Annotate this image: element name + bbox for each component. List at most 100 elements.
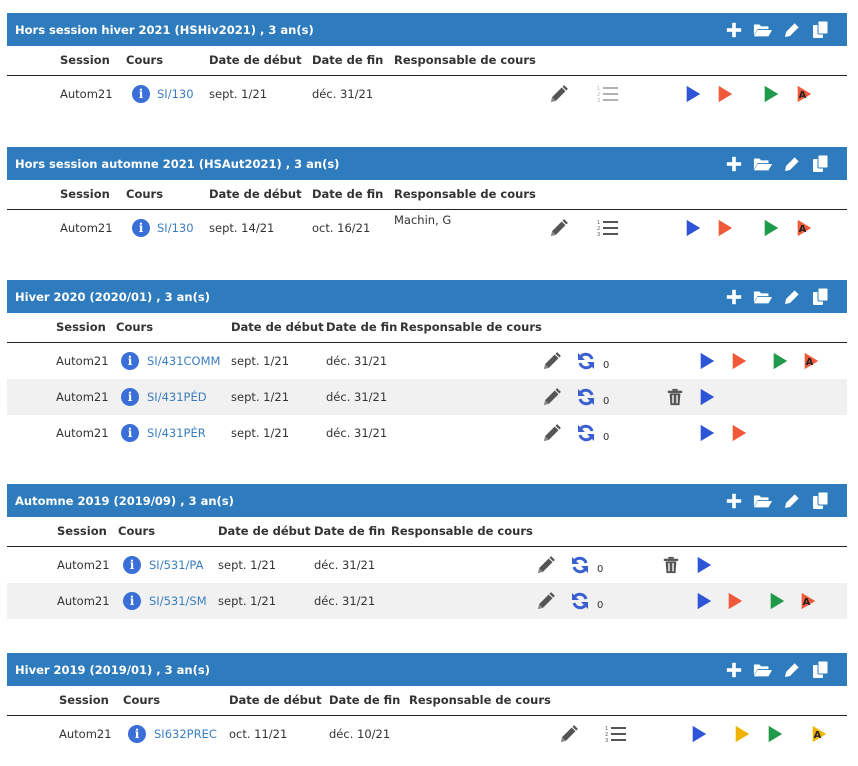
sync-icon[interactable] [569, 590, 591, 612]
folder-open-icon[interactable] [753, 154, 773, 174]
info-icon[interactable]: i [121, 424, 139, 442]
edit-icon[interactable] [782, 154, 802, 174]
play-a-icon[interactable] [793, 217, 815, 239]
play-a-icon[interactable] [808, 723, 830, 745]
session-cell: Autom21 [60, 221, 113, 235]
copy-icon[interactable] [811, 20, 831, 40]
ordered-list-icon[interactable] [597, 83, 619, 105]
play-green-icon[interactable] [764, 723, 786, 745]
play-orange-icon[interactable] [728, 350, 750, 372]
play-green-icon[interactable] [760, 83, 782, 105]
edit-pencil-icon[interactable] [548, 83, 570, 105]
play-blue-icon[interactable] [693, 554, 715, 576]
play-blue-icon[interactable] [682, 217, 704, 239]
copy-icon[interactable] [811, 491, 831, 511]
edit-pencil-icon[interactable] [541, 386, 563, 408]
info-icon[interactable]: i [121, 388, 139, 406]
play-orange-icon[interactable] [724, 590, 746, 612]
copy-icon[interactable] [811, 660, 831, 680]
play-orange-icon[interactable] [728, 422, 750, 444]
sync-icon[interactable] [575, 422, 597, 444]
course-link[interactable]: SI/531/SM [149, 594, 207, 608]
ordered-list-icon[interactable] [597, 217, 619, 239]
end-date: oct. 16/21 [312, 221, 371, 235]
trash-icon[interactable] [660, 554, 682, 576]
trash-icon[interactable] [664, 386, 686, 408]
edit-icon[interactable] [782, 491, 802, 511]
course-link[interactable]: SI/130 [157, 221, 194, 235]
edit-pencil-icon[interactable] [558, 723, 580, 745]
edit-icon[interactable] [782, 20, 802, 40]
edit-pencil-icon[interactable] [535, 554, 557, 576]
edit-pencil-icon[interactable] [548, 217, 570, 239]
col-session: Session [57, 524, 107, 538]
section-header: Hors session hiver 2021 (HSHiv2021) , 3 … [7, 13, 847, 46]
col-fin: Date de fin [314, 524, 386, 538]
course-link[interactable]: SI/431PÉR [147, 426, 206, 440]
sync-count: 0 [603, 360, 610, 371]
edit-pencil-icon[interactable] [541, 350, 563, 372]
section-hsaut2021: Hors session automne 2021 (HSAut2021) , … [7, 147, 847, 246]
add-icon[interactable] [724, 20, 744, 40]
copy-icon[interactable] [811, 287, 831, 307]
col-cours: Cours [126, 187, 164, 201]
info-icon[interactable]: i [132, 85, 150, 103]
add-icon[interactable] [724, 154, 744, 174]
info-icon[interactable]: i [128, 725, 146, 743]
play-blue-icon[interactable] [696, 350, 718, 372]
col-cours: Cours [123, 693, 161, 707]
responsable-cell: Machin, G [394, 213, 452, 227]
play-green-icon[interactable] [769, 350, 791, 372]
copy-icon[interactable] [811, 154, 831, 174]
section-title: Hiver 2019 (2019/01) , 3 an(s) [15, 662, 210, 677]
section-title: Hors session hiver 2021 (HSHiv2021) , 3 … [15, 22, 314, 37]
add-icon[interactable] [724, 491, 744, 511]
ordered-list-icon[interactable] [605, 723, 627, 745]
table-header: Session Cours Date de début Date de fin … [7, 313, 847, 343]
course-link[interactable]: SI632PREC [154, 727, 217, 741]
play-a-icon[interactable] [800, 350, 822, 372]
start-date: oct. 11/21 [229, 727, 288, 741]
play-a-icon[interactable] [797, 590, 819, 612]
play-green-icon[interactable] [760, 217, 782, 239]
col-debut: Date de début [209, 53, 302, 67]
play-orange-icon[interactable] [714, 217, 736, 239]
col-fin: Date de fin [312, 187, 384, 201]
play-blue-icon[interactable] [696, 422, 718, 444]
play-green-icon[interactable] [766, 590, 788, 612]
edit-icon[interactable] [782, 660, 802, 680]
course-link[interactable]: SI/130 [157, 87, 194, 101]
col-responsable: Responsable de cours [400, 320, 542, 334]
info-icon[interactable]: i [132, 219, 150, 237]
course-link[interactable]: SI/431COMM [147, 354, 220, 368]
folder-open-icon[interactable] [753, 287, 773, 307]
play-blue-icon[interactable] [696, 386, 718, 408]
folder-open-icon[interactable] [753, 660, 773, 680]
sync-icon[interactable] [575, 350, 597, 372]
course-link[interactable]: SI/431PÉD [147, 390, 207, 404]
play-a-icon[interactable] [793, 83, 815, 105]
play-blue-icon[interactable] [688, 723, 710, 745]
info-icon[interactable]: i [121, 352, 139, 370]
add-icon[interactable] [724, 660, 744, 680]
play-blue-icon[interactable] [682, 83, 704, 105]
edit-icon[interactable] [782, 287, 802, 307]
sync-count: 0 [603, 432, 610, 443]
course-link[interactable]: SI/531/PA [149, 558, 203, 572]
folder-open-icon[interactable] [753, 20, 773, 40]
session-cell: Autom21 [56, 390, 109, 404]
folder-open-icon[interactable] [753, 491, 773, 511]
info-icon[interactable]: i [123, 556, 141, 574]
edit-pencil-icon[interactable] [541, 422, 563, 444]
end-date: déc. 31/21 [314, 558, 376, 572]
edit-pencil-icon[interactable] [535, 590, 557, 612]
sync-icon[interactable] [569, 554, 591, 576]
play-yellow-icon[interactable] [731, 723, 753, 745]
play-orange-icon[interactable] [714, 83, 736, 105]
add-icon[interactable] [724, 287, 744, 307]
info-icon[interactable]: i [123, 592, 141, 610]
start-date: sept. 1/21 [231, 354, 290, 368]
play-blue-icon[interactable] [693, 590, 715, 612]
sync-icon[interactable] [575, 386, 597, 408]
table-row: Autom21 i SI/130 sept. 1/21 déc. 31/21 [7, 76, 847, 112]
